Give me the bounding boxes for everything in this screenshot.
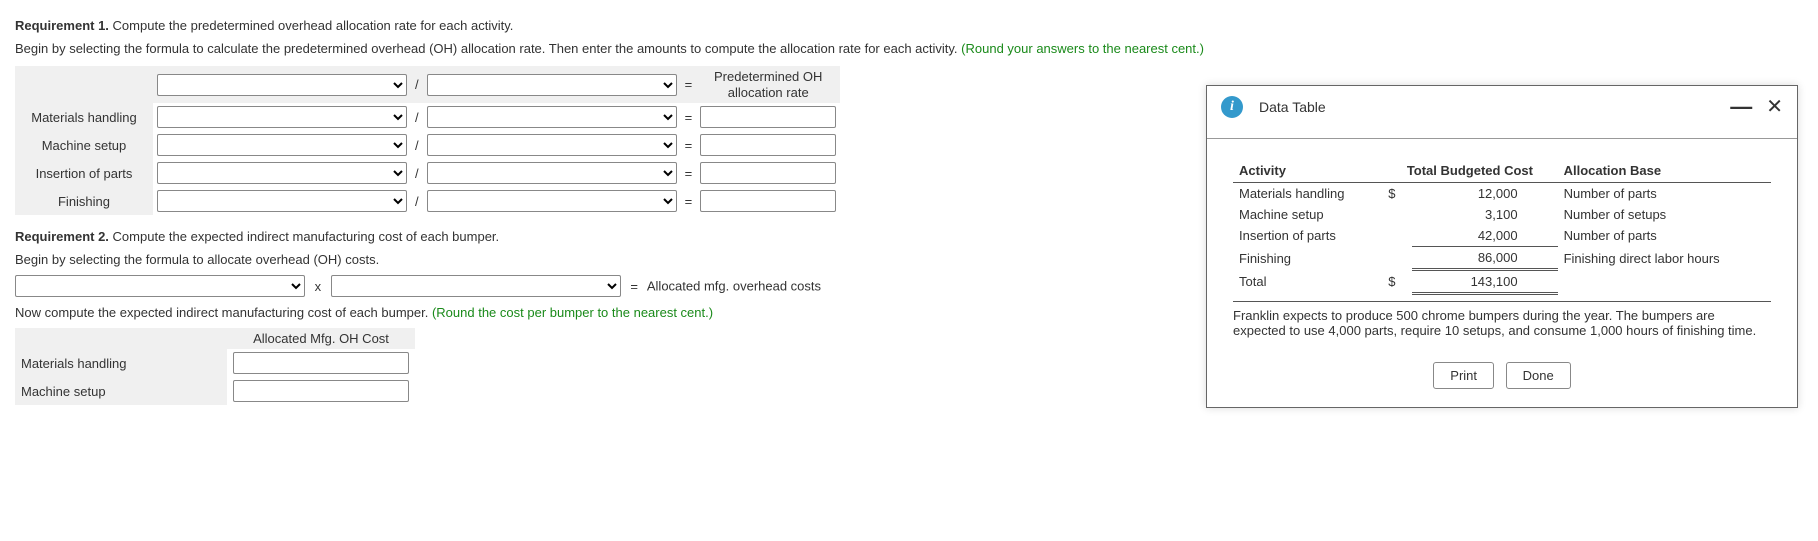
row-label-0: Materials handling [15, 103, 153, 131]
dt-r0-act: Materials handling [1233, 183, 1382, 205]
dt-r2-base: Number of parts [1558, 225, 1771, 247]
row1-num[interactable] [157, 134, 407, 156]
dt-r1-act: Machine setup [1233, 204, 1382, 225]
dt-total-label: Total [1233, 270, 1382, 294]
row2-num[interactable] [157, 162, 407, 184]
dt-r0-cost: 12,000 [1412, 183, 1557, 205]
popup-title-text: Data Table [1259, 99, 1730, 115]
data-table-popup: i Data Table — ✕ Activity Total Budgeted… [1206, 85, 1798, 408]
row1-den[interactable] [427, 134, 677, 156]
req1-text: Compute the predetermined overhead alloc… [113, 18, 514, 33]
oh-factor-1[interactable] [15, 275, 305, 297]
equals-op: = [681, 66, 697, 103]
row1-result[interactable] [700, 134, 836, 156]
popup-footnote: Franklin expects to produce 500 chrome b… [1233, 301, 1771, 338]
dt-total-cur: $ [1382, 270, 1412, 294]
result-header-top: Predetermined OH [700, 69, 836, 85]
done-button[interactable]: Done [1506, 362, 1571, 389]
requirement-1-instruction: Begin by selecting the formula to calcul… [15, 41, 1803, 56]
row3-result[interactable] [700, 190, 836, 212]
predetermined-oh-table: / = Predetermined OH allocation rate Mat… [15, 66, 840, 215]
row-label-2: Insertion of parts [15, 159, 153, 187]
dt-r2-cost: 42,000 [1412, 225, 1557, 247]
dt-r3-act: Finishing [1233, 247, 1382, 270]
req1-instruction: Begin by selecting the formula to calcul… [15, 41, 958, 56]
allocated-oh-table: Allocated Mfg. OH Cost Materials handlin… [15, 328, 415, 405]
requirement-1-heading: Requirement 1. Compute the predetermined… [15, 18, 1803, 33]
dt-h2: Allocation Base [1558, 159, 1771, 183]
denominator-select[interactable] [427, 74, 677, 96]
req1-round-hint: (Round your answers to the nearest cent.… [961, 41, 1204, 56]
info-icon: i [1221, 96, 1243, 118]
alloc-input-1[interactable] [233, 380, 409, 402]
row2-den[interactable] [427, 162, 677, 184]
alloc-header: Allocated Mfg. OH Cost [227, 328, 415, 349]
alloc-row-0: Materials handling [15, 349, 227, 377]
minimize-icon[interactable]: — [1730, 102, 1752, 112]
divide-op: / [411, 66, 423, 103]
req1-label: Requirement 1. [15, 18, 109, 33]
alloc-row-1: Machine setup [15, 377, 227, 405]
dt-h1: Total Budgeted Cost [1382, 159, 1557, 183]
dt-r3-cost: 86,000 [1412, 247, 1557, 270]
row-label-1: Machine setup [15, 131, 153, 159]
popup-titlebar: i Data Table — ✕ [1207, 86, 1797, 139]
dt-r0-cur: $ [1382, 183, 1412, 205]
times-op: x [309, 279, 328, 294]
req2-label: Requirement 2. [15, 229, 109, 244]
row0-den[interactable] [427, 106, 677, 128]
alloc-input-0[interactable] [233, 352, 409, 374]
req2-instruction-b: Now compute the expected indirect manufa… [15, 305, 428, 320]
row2-result[interactable] [700, 162, 836, 184]
dt-r3-base: Finishing direct labor hours [1558, 247, 1771, 270]
dt-h0: Activity [1233, 159, 1382, 183]
row3-num[interactable] [157, 190, 407, 212]
req2-round-hint: (Round the cost per bumper to the neares… [432, 305, 713, 320]
row3-den[interactable] [427, 190, 677, 212]
row0-num[interactable] [157, 106, 407, 128]
print-button[interactable]: Print [1433, 362, 1494, 389]
dt-r0-base: Number of parts [1558, 183, 1771, 205]
req2-text: Compute the expected indirect manufactur… [113, 229, 500, 244]
equals-op-2: = [624, 279, 644, 294]
numerator-select[interactable] [157, 74, 407, 96]
dt-total-val: 143,100 [1412, 270, 1557, 294]
oh-result-label: Allocated mfg. overhead costs [647, 279, 821, 294]
data-table: Activity Total Budgeted Cost Allocation … [1233, 159, 1771, 295]
row0-result[interactable] [700, 106, 836, 128]
dt-r2-act: Insertion of parts [1233, 225, 1382, 247]
dt-r1-cost: 3,100 [1412, 204, 1557, 225]
result-header-bot: allocation rate [700, 85, 836, 101]
close-icon[interactable]: ✕ [1766, 99, 1783, 115]
oh-factor-2[interactable] [331, 275, 621, 297]
dt-r1-base: Number of setups [1558, 204, 1771, 225]
row-label-3: Finishing [15, 187, 153, 215]
